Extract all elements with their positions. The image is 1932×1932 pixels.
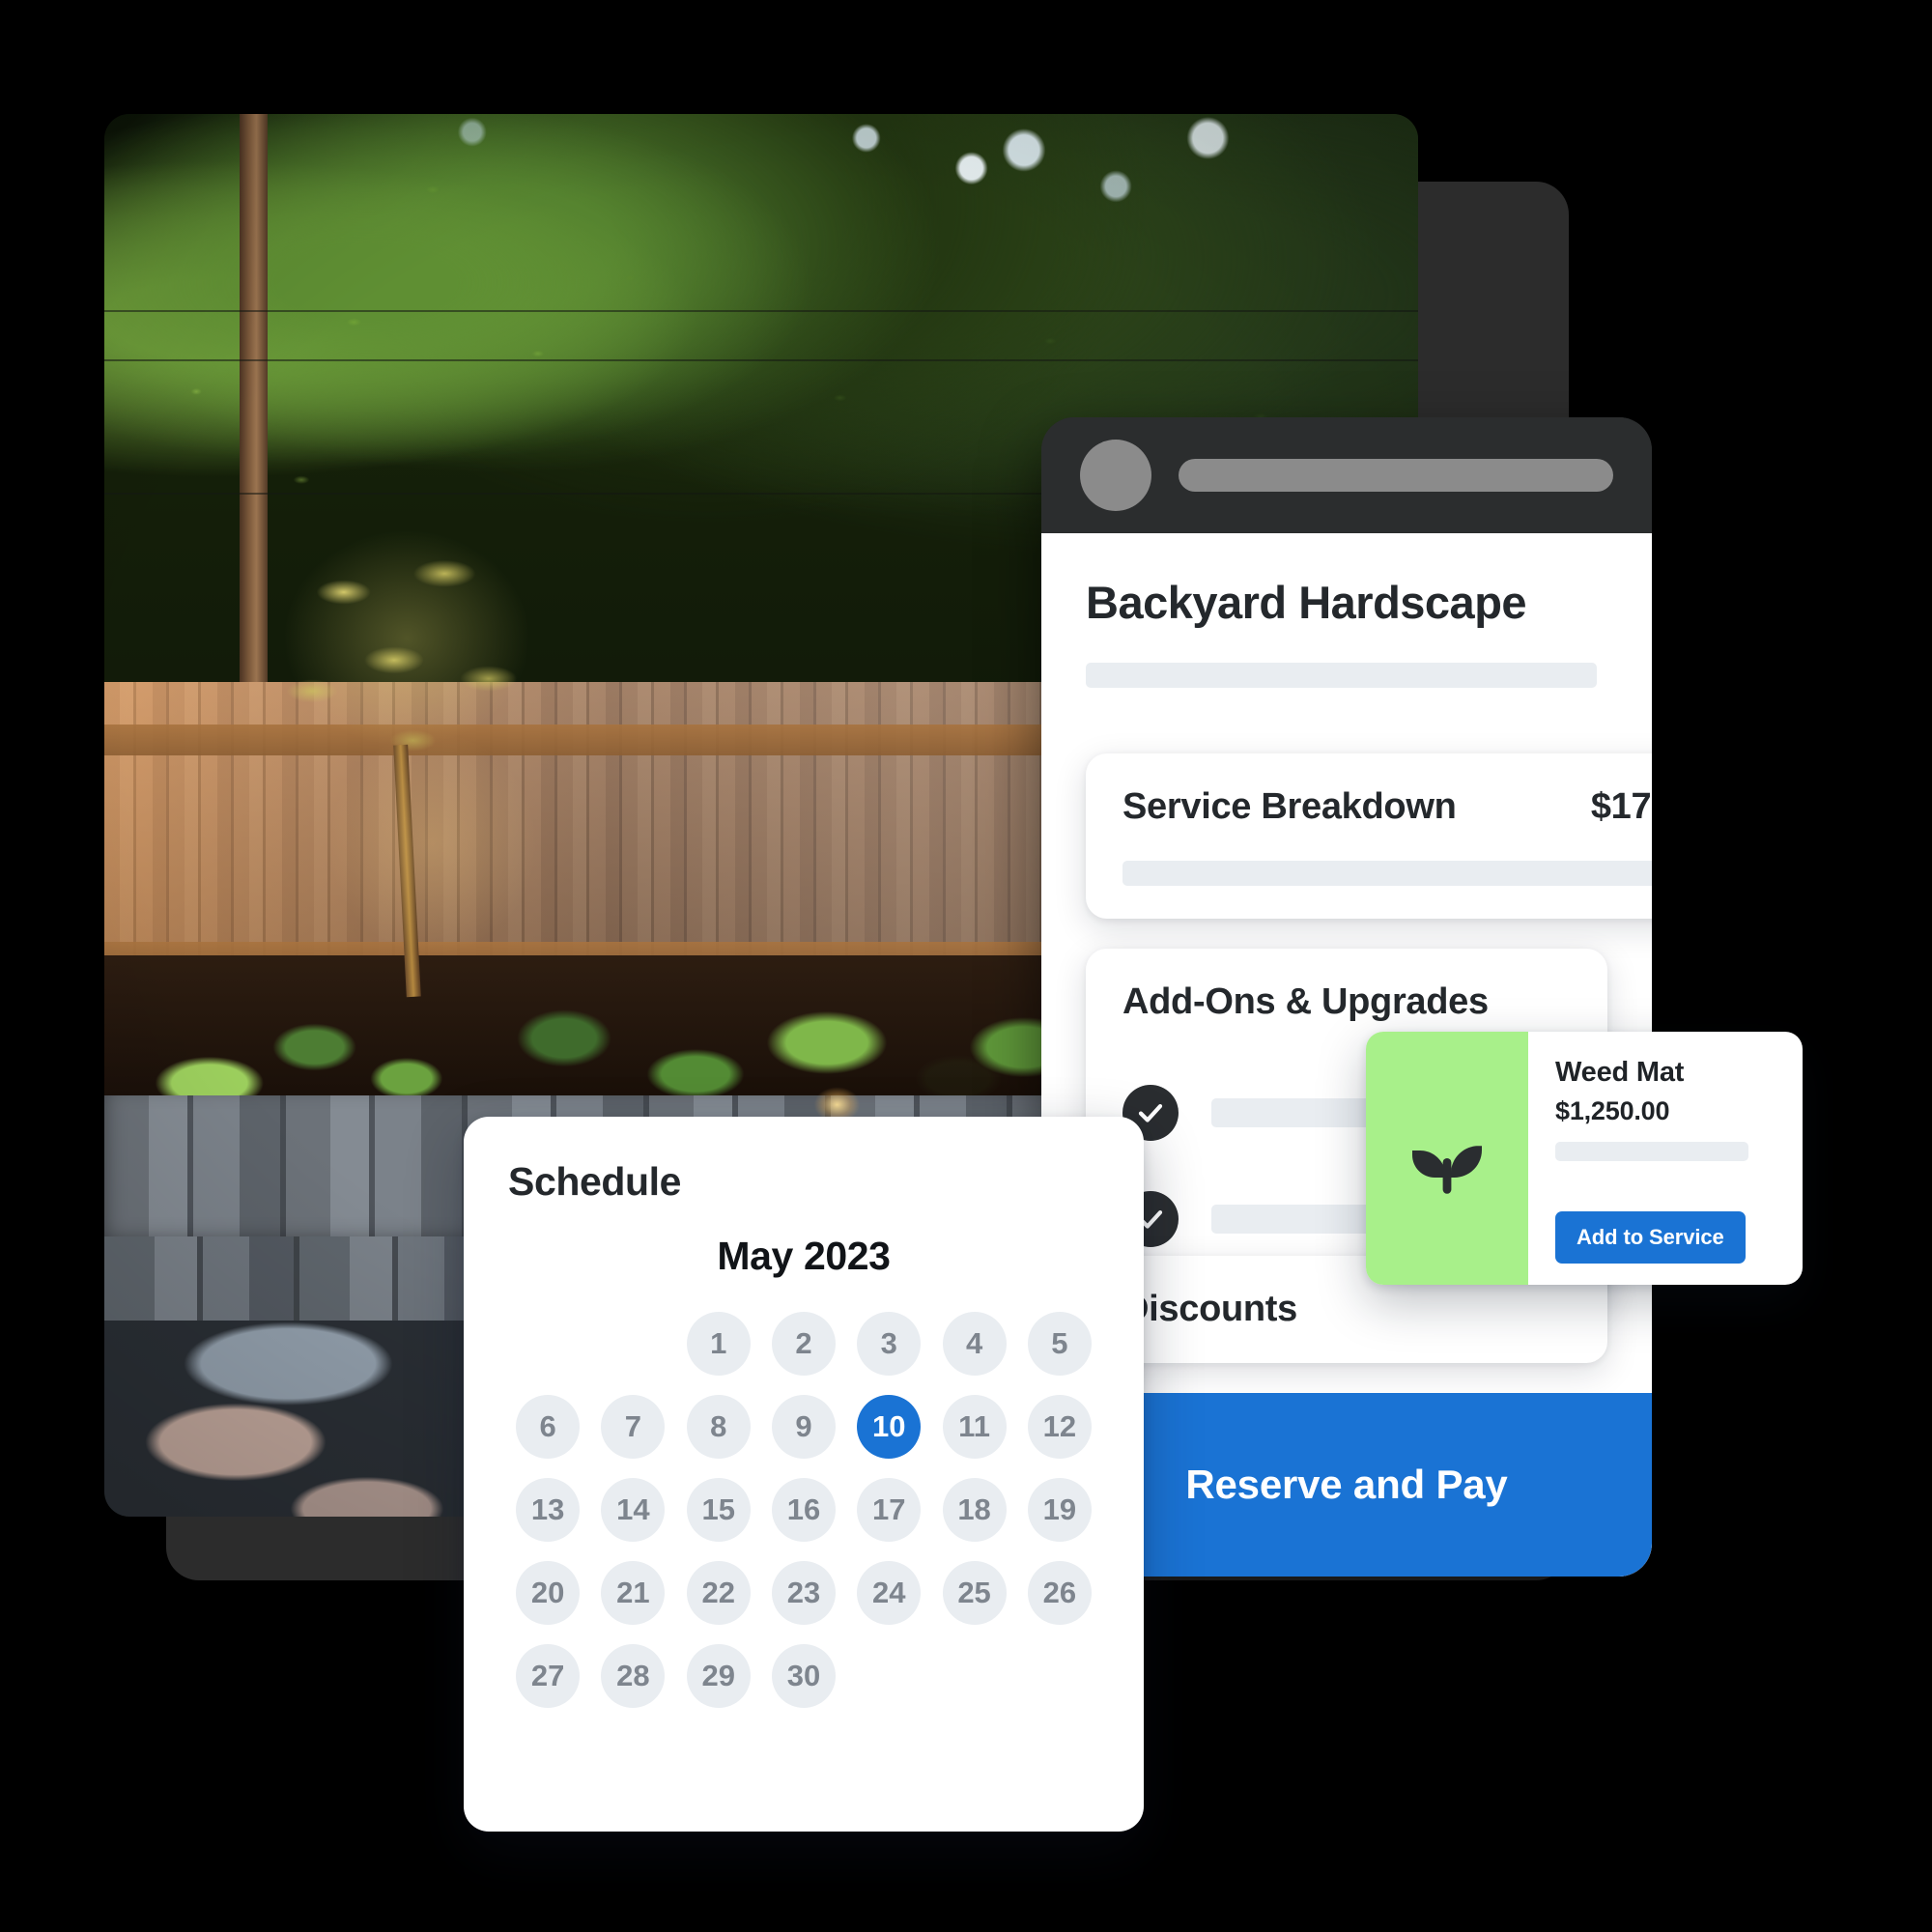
calendar-day-selected[interactable]: 10 [857,1395,922,1459]
calendar-month-label: May 2023 [717,1234,891,1278]
service-breakdown-label: Service Breakdown [1122,786,1457,827]
seedling-icon [1412,1146,1482,1194]
calendar-day[interactable]: 16 [771,1478,836,1542]
calendar-day[interactable]: 26 [1027,1561,1092,1625]
calendar-day[interactable]: 14 [601,1478,666,1542]
screenshot-stage: Backyard Hardscape Service Breakdown $17… [0,0,1932,1932]
calendar-day[interactable]: 23 [771,1561,836,1625]
weed-mat-body: Weed Mat $1,250.00 Add to Service [1528,1032,1803,1285]
service-breakdown-row: Service Breakdown $17,000.00 [1122,786,1652,828]
calendar-day[interactable]: 1 [686,1312,751,1376]
avatar-circle-icon [1080,440,1151,511]
calendar-day[interactable]: 3 [857,1312,922,1376]
weed-mat-description-placeholder [1555,1142,1748,1161]
weed-mat-card[interactable]: Weed Mat $1,250.00 Add to Service [1366,1032,1803,1285]
add-to-service-button[interactable]: Add to Service [1555,1211,1746,1264]
calendar-day[interactable]: 5 [1027,1312,1092,1376]
page-title: Backyard Hardscape [1086,577,1527,628]
calendar-day-blank [601,1312,665,1376]
calendar-day[interactable]: 11 [942,1395,1007,1459]
calendar-day-blank [516,1312,580,1376]
calendar-day[interactable]: 13 [516,1478,581,1542]
calendar-day[interactable]: 19 [1027,1478,1092,1542]
service-breakdown-card[interactable]: Service Breakdown $17,000.00 [1086,753,1652,919]
calendar-day[interactable]: 12 [1027,1395,1092,1459]
schedule-title: Schedule [508,1159,682,1204]
calendar-day[interactable]: 15 [686,1478,751,1542]
phone-header [1041,417,1652,533]
calendar-day[interactable]: 8 [686,1395,751,1459]
weed-mat-price: $1,250.00 [1555,1096,1670,1125]
calendar-grid: 1 2 3 4 5 6 7 8 9 10 11 12 13 14 15 16 17 18 19 20 21 22 23 24 2… [508,1312,1099,1708]
discounts-label: Discounts [1122,1289,1297,1329]
calendar-day[interactable]: 4 [942,1312,1007,1376]
calendar-day[interactable]: 22 [686,1561,751,1625]
weed-mat-title: Weed Mat [1555,1057,1685,1088]
calendar-day[interactable]: 29 [686,1644,751,1708]
calendar-day[interactable]: 17 [857,1478,922,1542]
header-title-placeholder [1179,459,1613,492]
calendar-day[interactable]: 6 [516,1395,581,1459]
schedule-card: Schedule May 2023 1 2 3 4 5 6 7 8 9 10 11 12 13 14 15 1… [464,1117,1144,1832]
title-subtext-placeholder [1086,662,1598,688]
calendar-day[interactable]: 9 [771,1395,836,1459]
addons-label: Add-Ons & Upgrades [1122,981,1489,1022]
calendar-day[interactable]: 20 [516,1561,581,1625]
calendar-day[interactable]: 27 [516,1644,581,1708]
calendar-day[interactable]: 24 [857,1561,922,1625]
calendar-day[interactable]: 2 [771,1312,836,1376]
weed-mat-thumbnail [1366,1032,1528,1285]
calendar-day[interactable]: 21 [601,1561,666,1625]
calendar-day[interactable]: 7 [601,1395,666,1459]
calendar-day[interactable]: 28 [601,1644,666,1708]
service-breakdown-detail-placeholder [1122,861,1652,886]
service-breakdown-amount: $17,000.00 [1590,786,1652,827]
calendar-day[interactable]: 25 [942,1561,1007,1625]
calendar-day[interactable]: 18 [942,1478,1007,1542]
calendar-day[interactable]: 30 [771,1644,836,1708]
